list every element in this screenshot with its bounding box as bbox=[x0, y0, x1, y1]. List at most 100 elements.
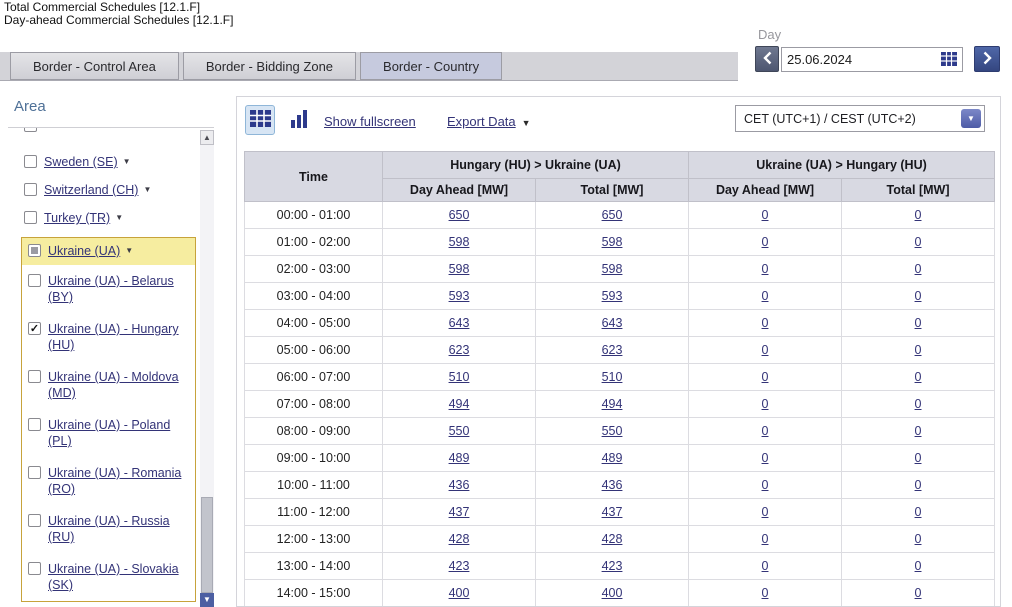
scrollbar-up-arrow[interactable]: ▲ bbox=[200, 130, 214, 145]
value-link[interactable]: 0 bbox=[915, 505, 922, 519]
area-list-item[interactable]: Ukraine (UA) - Poland (PL) bbox=[22, 409, 195, 457]
value-link[interactable]: 0 bbox=[762, 532, 769, 546]
show-fullscreen-link[interactable]: Show fullscreen bbox=[324, 114, 416, 129]
tab-border-country[interactable]: Border - Country bbox=[360, 52, 503, 80]
checkbox[interactable] bbox=[24, 211, 37, 224]
area-list-item[interactable]: Sweden (SE) ▼ bbox=[8, 148, 200, 176]
area-item-link[interactable]: Ukraine (UA) - Russia (RU) bbox=[48, 513, 186, 545]
previous-day-button[interactable] bbox=[755, 46, 779, 72]
value-link[interactable]: 489 bbox=[449, 451, 470, 465]
timezone-select[interactable]: CET (UTC+1) / CEST (UTC+2) ▼ bbox=[735, 105, 985, 132]
chevron-down-icon[interactable]: ▼ bbox=[107, 128, 115, 133]
value-link[interactable]: 0 bbox=[915, 478, 922, 492]
area-list-item[interactable]: Ukraine (UA) - Moldova (MD) bbox=[22, 361, 195, 409]
tab-border-bidding-zone[interactable]: Border - Bidding Zone bbox=[182, 52, 357, 80]
next-day-button[interactable] bbox=[974, 46, 1000, 72]
value-link[interactable]: 0 bbox=[915, 316, 922, 330]
value-link[interactable]: 0 bbox=[762, 289, 769, 303]
value-link[interactable]: 550 bbox=[602, 424, 623, 438]
value-link[interactable]: 598 bbox=[602, 262, 623, 276]
value-link[interactable]: 510 bbox=[449, 370, 470, 384]
sidebar-scrollbar[interactable]: ▲ ▼ bbox=[200, 130, 214, 607]
area-list-item[interactable]: Turkey (TR) ▼ bbox=[8, 204, 200, 232]
checkbox[interactable] bbox=[28, 274, 41, 287]
value-link[interactable]: 0 bbox=[762, 559, 769, 573]
checkbox[interactable] bbox=[24, 183, 37, 196]
export-data-link[interactable]: Export Data ▼ bbox=[447, 114, 531, 129]
checkbox[interactable] bbox=[24, 155, 37, 168]
chevron-down-icon[interactable]: ▼ bbox=[125, 244, 133, 258]
value-link[interactable]: 0 bbox=[762, 424, 769, 438]
value-link[interactable]: 489 bbox=[602, 451, 623, 465]
checkbox[interactable] bbox=[28, 562, 41, 575]
value-link[interactable]: 598 bbox=[449, 235, 470, 249]
checkbox[interactable] bbox=[28, 514, 41, 527]
value-link[interactable]: 623 bbox=[449, 343, 470, 357]
checkbox[interactable] bbox=[28, 418, 41, 431]
value-link[interactable]: 0 bbox=[762, 235, 769, 249]
scrollbar-down-arrow[interactable]: ▼ bbox=[200, 593, 214, 607]
value-link[interactable]: 0 bbox=[915, 397, 922, 411]
area-list-item[interactable]: Ukraine (UA) - Slovakia (SK) bbox=[22, 553, 195, 601]
value-link[interactable]: 436 bbox=[449, 478, 470, 492]
checkbox[interactable] bbox=[28, 466, 41, 479]
value-link[interactable]: 0 bbox=[915, 586, 922, 600]
checkbox[interactable]: ✓ bbox=[28, 322, 41, 335]
value-link[interactable]: 436 bbox=[602, 478, 623, 492]
value-link[interactable]: 623 bbox=[602, 343, 623, 357]
value-link[interactable]: 0 bbox=[915, 208, 922, 222]
value-link[interactable]: 0 bbox=[915, 262, 922, 276]
value-link[interactable]: 0 bbox=[762, 505, 769, 519]
value-link[interactable]: 0 bbox=[915, 370, 922, 384]
value-link[interactable]: 598 bbox=[449, 262, 470, 276]
area-item-link[interactable]: Ukraine (UA) - Poland (PL) bbox=[48, 417, 186, 449]
checkbox[interactable] bbox=[24, 128, 37, 132]
area-item-link[interactable]: Ukraine (UA) - Hungary (HU) bbox=[48, 321, 186, 353]
scrollbar-thumb[interactable] bbox=[201, 497, 213, 593]
date-input[interactable]: 25.06.2024 bbox=[781, 46, 963, 72]
area-list-item[interactable]: Switzerland (CH) ▼ bbox=[8, 176, 200, 204]
value-link[interactable]: 598 bbox=[602, 235, 623, 249]
chevron-down-icon[interactable]: ▼ bbox=[115, 211, 123, 225]
timezone-dropdown-button[interactable]: ▼ bbox=[961, 109, 981, 128]
value-link[interactable]: 0 bbox=[915, 451, 922, 465]
area-list-item[interactable]: ✓ Ukraine (UA) - Hungary (HU) bbox=[22, 313, 195, 361]
area-item-link[interactable]: Ukraine (UA) - Moldova (MD) bbox=[48, 369, 186, 401]
value-link[interactable]: 0 bbox=[762, 343, 769, 357]
value-link[interactable]: 428 bbox=[449, 532, 470, 546]
table-view-button[interactable] bbox=[245, 105, 275, 135]
area-item-link[interactable]: Ukraine (UA) bbox=[48, 244, 120, 258]
value-link[interactable]: 437 bbox=[449, 505, 470, 519]
area-list-item-ukraine[interactable]: Ukraine (UA) ▼ bbox=[22, 238, 195, 265]
value-link[interactable]: 423 bbox=[449, 559, 470, 573]
value-link[interactable]: 0 bbox=[762, 262, 769, 276]
value-link[interactable]: 0 bbox=[762, 478, 769, 492]
area-item-link[interactable]: Switzerland (CH) bbox=[44, 183, 138, 197]
value-link[interactable]: 0 bbox=[762, 370, 769, 384]
value-link[interactable]: 0 bbox=[915, 424, 922, 438]
area-list-item[interactable]: ▼ bbox=[8, 128, 200, 140]
value-link[interactable]: 593 bbox=[602, 289, 623, 303]
chevron-down-icon[interactable]: ▼ bbox=[123, 155, 131, 169]
chart-view-button[interactable] bbox=[284, 105, 314, 135]
value-link[interactable]: 0 bbox=[915, 289, 922, 303]
value-link[interactable]: 0 bbox=[762, 586, 769, 600]
value-link[interactable]: 428 bbox=[602, 532, 623, 546]
area-item-link[interactable]: Ukraine (UA) - Belarus (BY) bbox=[48, 273, 186, 305]
value-link[interactable]: 643 bbox=[449, 316, 470, 330]
checkbox-indeterminate[interactable] bbox=[28, 244, 41, 257]
value-link[interactable]: 510 bbox=[602, 370, 623, 384]
value-link[interactable]: 400 bbox=[602, 586, 623, 600]
value-link[interactable]: 550 bbox=[449, 424, 470, 438]
area-item-link[interactable]: Turkey (TR) bbox=[44, 211, 110, 225]
value-link[interactable]: 494 bbox=[602, 397, 623, 411]
value-link[interactable]: 400 bbox=[449, 586, 470, 600]
area-list-item[interactable]: Ukraine (UA) - Belarus (BY) bbox=[22, 265, 195, 313]
value-link[interactable]: 643 bbox=[602, 316, 623, 330]
area-item-link[interactable]: Ukraine (UA) - Slovakia (SK) bbox=[48, 561, 186, 593]
calendar-icon[interactable] bbox=[941, 52, 957, 66]
area-list-item[interactable]: Ukraine (UA) - Russia (RU) bbox=[22, 505, 195, 553]
area-list-item[interactable]: Ukraine (UA) - Romania (RO) bbox=[22, 457, 195, 505]
tab-border-control-area[interactable]: Border - Control Area bbox=[10, 52, 179, 80]
value-link[interactable]: 0 bbox=[762, 451, 769, 465]
